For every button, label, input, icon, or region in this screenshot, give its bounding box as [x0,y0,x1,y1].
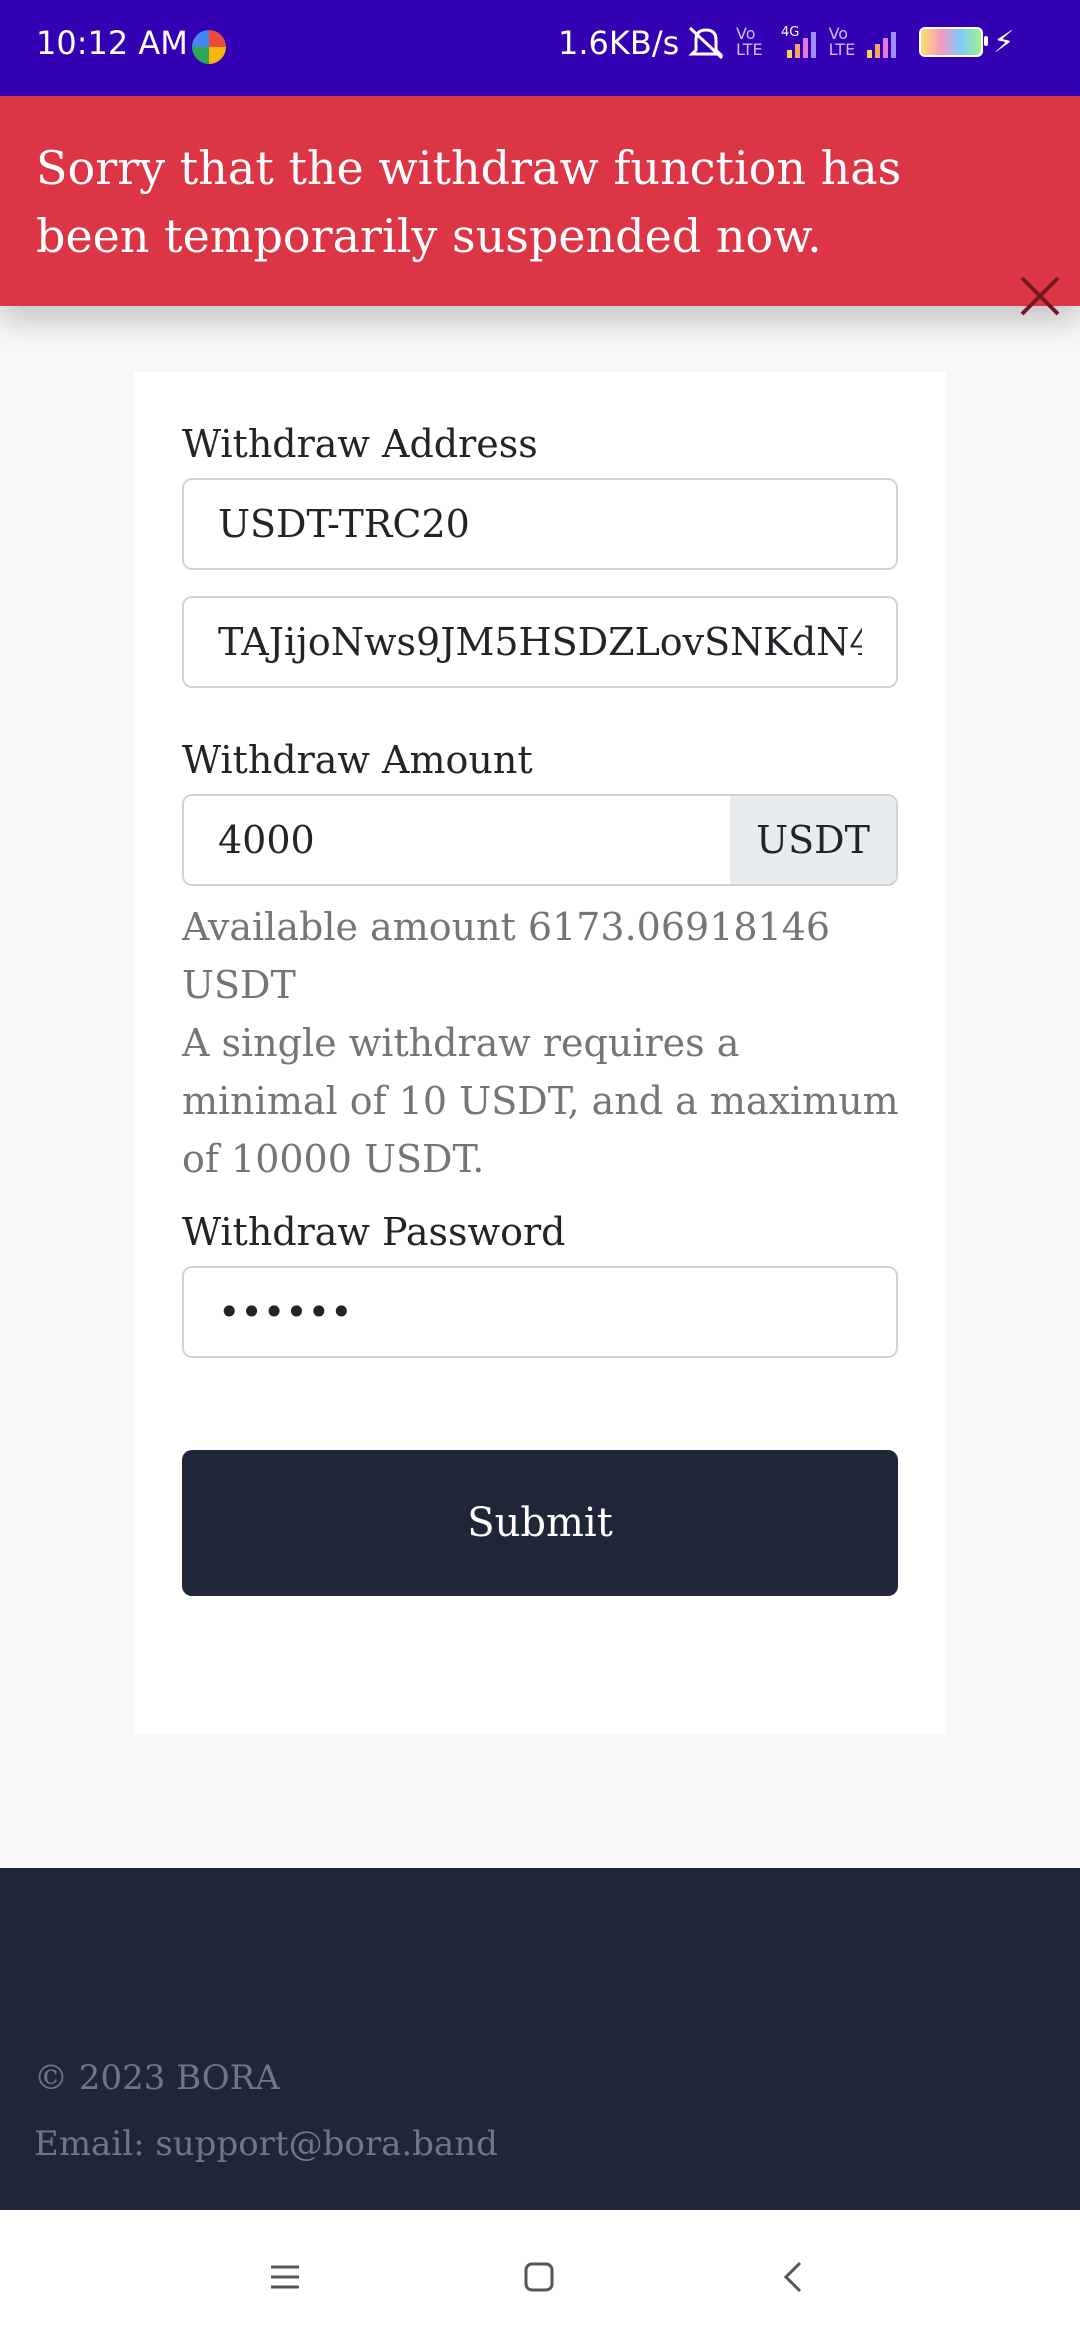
status-time: 10:12 AM [36,24,188,62]
back-icon[interactable] [770,2254,816,2300]
volte-icon: Vo LTE [736,24,763,59]
close-icon[interactable] [1016,272,1064,320]
4g-signal-icon: 4G [781,25,816,58]
footer-copyright: © 2023 BORA [34,2058,280,2098]
charging-icon: ⚡ [993,24,1015,60]
amount-unit-addon: USDT [730,794,898,886]
status-icons: Vo LTE 4G Vo LTE ⚡ [686,24,1014,60]
suspension-alert: Sorry that the withdraw function has bee… [0,96,1080,316]
home-icon[interactable] [516,2254,562,2300]
volte-icon: Vo LTE [828,24,856,59]
network-speed: 1.6KB/s [558,24,680,62]
menu-icon[interactable] [262,2254,308,2300]
battery-icon [919,27,989,57]
app-dot-icon [192,30,226,64]
withdraw-password-field[interactable] [182,1266,898,1358]
withdraw-amount-field[interactable] [182,794,732,886]
available-amount-text: Available amount 6173.06918146 USDT [182,905,831,1007]
mute-icon [688,26,724,60]
amount-help-text: Available amount 6173.06918146 USDT A si… [182,898,902,1188]
withdraw-password-label: Withdraw Password [182,1210,566,1254]
withdraw-address-field[interactable] [182,596,898,688]
submit-button[interactable]: Submit [182,1450,898,1596]
signal-icon [867,32,897,58]
withdraw-network-field[interactable] [182,478,898,570]
alert-message: Sorry that the withdraw function has bee… [36,141,902,263]
svg-text:4G: 4G [781,25,799,40]
withdraw-address-label: Withdraw Address [182,422,538,466]
system-nav-bar [0,2210,1080,2340]
footer-email: Email: support@bora.band [34,2124,498,2164]
withdraw-amount-label: Withdraw Amount [182,738,533,782]
status-bar: 10:12 AM 1.6KB/s Vo LTE 4G Vo LTE ⚡ [0,0,1080,96]
withdraw-limit-text: A single withdraw requires a minimal of … [182,1021,899,1181]
footer: © 2023 BORA Email: support@bora.band [0,1868,1080,2210]
